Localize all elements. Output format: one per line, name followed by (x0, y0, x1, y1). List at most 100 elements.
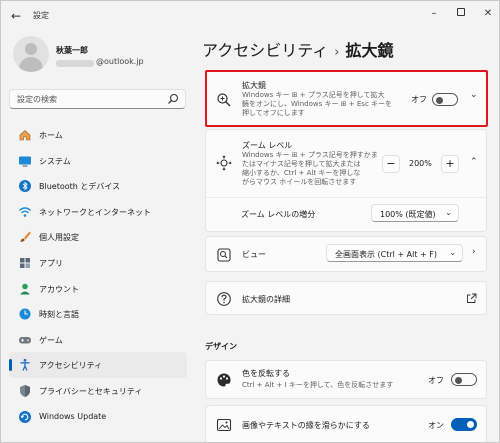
breadcrumb: アクセシビリティ › 拡大鏡 (202, 37, 393, 61)
magnifier-title: 拡大鏡 (242, 81, 266, 90)
zoom-in-button[interactable]: + (441, 155, 459, 173)
magnifier-desc-line2: 鏡をオンにし、Windows キー ⊞ + Esc キーを (242, 100, 393, 108)
divider (206, 197, 486, 198)
sidebar-item-network[interactable]: ネットワークとインターネット (9, 199, 187, 225)
magnifier-details-card[interactable]: 拡大鏡の詳細 (205, 281, 487, 315)
zoom-increment-dropdown[interactable]: 100% (既定値) ⌄ (371, 204, 459, 222)
magnifier-card[interactable]: 拡大鏡 Windows キー ⊞ + プラス記号を押して拡大 鏡をオンにし、Wi… (205, 71, 487, 126)
chevron-down-icon: ⌄ (445, 208, 452, 217)
chevron-up-icon[interactable]: ⌃ (470, 157, 478, 167)
avatar[interactable] (13, 36, 49, 72)
maximize-button[interactable] (447, 5, 475, 23)
active-indicator (9, 359, 12, 372)
external-link-icon[interactable] (466, 293, 477, 304)
sidebar-item-label: Windows Update (39, 411, 107, 421)
app-title: 設定 (33, 11, 49, 20)
sidebar-item-label: アプリ (39, 258, 63, 268)
brush-icon (20, 231, 31, 243)
zoom-increment-label: ズーム レベルの増分 (241, 210, 316, 219)
sidebar-item-system[interactable]: システム (9, 148, 187, 174)
sidebar-item-gaming[interactable]: ゲーム (9, 327, 187, 353)
view-title: ビュー (242, 250, 266, 259)
minimize-button[interactable]: – (420, 5, 448, 23)
sidebar-item-accounts[interactable]: アカウント (9, 276, 187, 302)
sidebar-item-windows-update[interactable]: Windows Update (9, 404, 187, 430)
user-name: 秋葉一郎 (56, 46, 88, 55)
magnifier-toggle[interactable] (432, 93, 458, 106)
sidebar-item-time-language[interactable]: 時刻と言語 (9, 301, 187, 327)
sidebar-item-label: ゲーム (39, 335, 63, 345)
zoom-desc-line2: たはマイナス記号を押して拡大または (242, 160, 361, 168)
magnifier-desc-line3: 押してオフにします (242, 109, 305, 117)
zoom-level-title: ズーム レベル (242, 141, 293, 150)
breadcrumb-parent[interactable]: アクセシビリティ (202, 41, 328, 60)
page-title: 拡大鏡 (345, 41, 394, 60)
invert-colors-toggle[interactable] (451, 373, 477, 386)
palette-icon (217, 373, 231, 387)
zoom-desc-line3: 縮小するか、Ctrl + Alt キーを押しな (242, 169, 361, 177)
invert-colors-desc: Ctrl + Alt + I キーを押して、色を反転させます (242, 381, 394, 389)
sidebar-item-label: 時刻と言語 (39, 310, 79, 320)
zoom-out-button[interactable]: − (382, 155, 400, 173)
magnifier-toggle-label: オフ (411, 95, 427, 104)
view-mode-dropdown[interactable]: 全画面表示 (Ctrl + Alt + F) ⌄ (326, 244, 463, 262)
zoom-desc-line1: Windows キー ⊞ + プラス記号を押すかま (242, 151, 378, 159)
magnifier-desc-line1: Windows キー ⊞ + プラス記号を押して拡大 (242, 91, 385, 99)
zoom-increment-value: 100% (既定値) (380, 210, 436, 219)
sidebar-item-label: プライバシーとセキュリティ (39, 386, 143, 396)
sidebar-item-label: アカウント (39, 284, 79, 294)
smooth-edges-card: 画像やテキストの縁を滑らかにする オン (205, 405, 487, 442)
sidebar-item-bluetooth[interactable]: Bluetooth とデバイス (9, 173, 187, 199)
search-icon[interactable] (167, 93, 179, 105)
magnifier-icon (217, 93, 231, 107)
apps-icon (20, 257, 30, 268)
email-redaction (56, 60, 94, 67)
sidebar-item-apps[interactable]: アプリ (9, 250, 187, 276)
image-icon (216, 418, 232, 432)
chevron-right-icon[interactable]: › (472, 247, 476, 257)
search-box[interactable] (9, 89, 186, 109)
chevron-down-icon[interactable]: ⌄ (470, 90, 478, 100)
sidebar-item-label: アクセシビリティ (39, 361, 103, 371)
sidebar-item-label: システム (39, 156, 71, 166)
sidebar-item-label: 個人用設定 (39, 233, 79, 243)
close-button[interactable]: ✕ (474, 5, 499, 23)
settings-window: ← 設定 – ✕ 秋葉一郎 @outlook.jp ホーム システム Bluet… (0, 0, 500, 443)
smooth-edges-title: 画像やテキストの縁を滑らかにする (242, 421, 370, 430)
breadcrumb-separator: › (334, 45, 340, 60)
sidebar-item-label: ホーム (39, 131, 63, 140)
zoom-level-icon (216, 155, 232, 171)
back-button[interactable]: ← (11, 8, 27, 24)
sidebar-item-label: Bluetooth とデバイス (39, 182, 121, 192)
sidebar-item-home[interactable]: ホーム (9, 122, 187, 148)
user-email: @outlook.jp (96, 57, 144, 66)
sidebar-item-accessibility[interactable]: アクセシビリティ (9, 352, 187, 378)
view-mode-value: 全画面表示 (Ctrl + Alt + F) (335, 250, 438, 259)
invert-colors-title: 色を反転する (242, 369, 290, 378)
sidebar-nav: ホーム システム Bluetooth とデバイス ネットワークとインターネット … (9, 122, 187, 429)
sidebar-item-label: ネットワークとインターネット (39, 207, 151, 217)
wifi-icon (19, 207, 31, 217)
zoom-level-value: 200% (409, 159, 432, 168)
smooth-toggle-label: オン (428, 421, 444, 430)
user-avatar-icon (25, 43, 37, 55)
account-icon (20, 283, 30, 295)
sidebar-item-personalization[interactable]: 個人用設定 (9, 224, 187, 250)
sidebar-item-privacy[interactable]: プライバシーとセキュリティ (9, 378, 187, 404)
help-icon (217, 292, 231, 306)
title-bar: ← 設定 – ✕ (1, 1, 499, 31)
smooth-edges-toggle[interactable] (451, 418, 477, 431)
globe-clock-icon (19, 308, 31, 320)
home-icon (19, 130, 31, 141)
magnifier-details-title: 拡大鏡の詳細 (242, 295, 290, 304)
zoom-desc-line4: がらマウス ホイールを回転させます (242, 178, 357, 186)
shield-icon (20, 384, 30, 397)
invert-toggle-label: オフ (428, 376, 444, 385)
maximize-icon (457, 8, 465, 16)
bluetooth-icon (19, 180, 31, 193)
search-input[interactable] (17, 93, 167, 105)
accessibility-icon (20, 359, 30, 372)
invert-colors-card: 色を反転する Ctrl + Alt + I キーを押して、色を反転させます オフ (205, 360, 487, 399)
section-heading-design: デザイン (205, 342, 237, 351)
monitor-icon (19, 156, 31, 167)
